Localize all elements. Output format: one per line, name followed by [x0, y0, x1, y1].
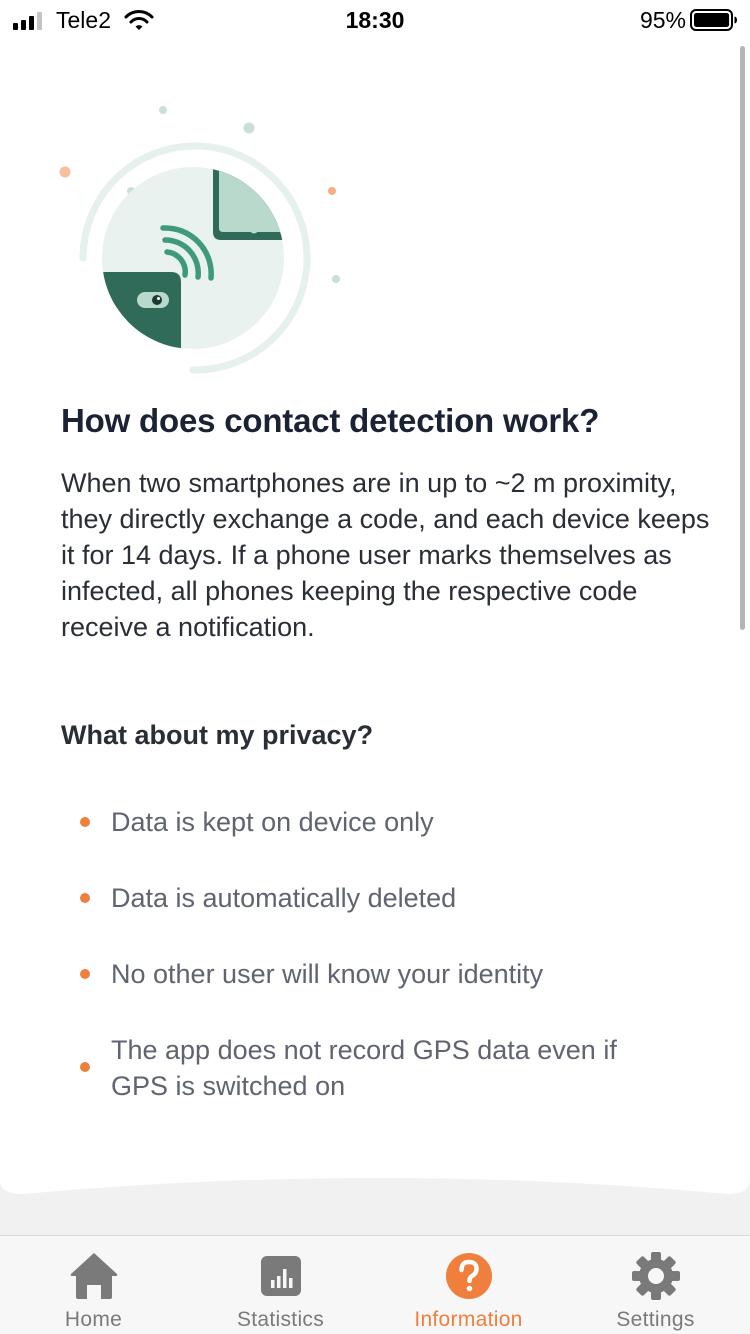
- bullet-dot-icon: [80, 817, 90, 827]
- gear-icon: [632, 1252, 680, 1300]
- tab-home-label: Home: [64, 1308, 123, 1331]
- status-time: 18:30: [345, 7, 405, 33]
- contact-detection-description: When two smartphones are in up to ~2 m p…: [61, 468, 710, 642]
- battery-icon: [690, 9, 737, 31]
- bullet-dot-icon: [80, 1062, 90, 1072]
- privacy-list-item-text: No other user will know your identity: [111, 959, 544, 989]
- bullet-dot-icon: [80, 969, 90, 979]
- content-bottom-wave: [0, 1160, 750, 1236]
- tab-information-label: Information: [414, 1308, 523, 1331]
- home-icon: [70, 1253, 118, 1299]
- scrollbar[interactable]: [740, 46, 745, 630]
- privacy-list-item-text: Data is automatically deleted: [111, 883, 457, 913]
- bar-chart-icon: [261, 1256, 301, 1296]
- tab-statistics[interactable]: Statistics: [187, 1236, 374, 1334]
- question-icon: [446, 1253, 492, 1299]
- tab-bar: Home Statistics Information Settings: [0, 1235, 750, 1334]
- privacy-list-item-text: The app does not record GPS data even if…: [111, 1035, 617, 1101]
- status-bar: Tele2 18:30 95%: [0, 0, 750, 40]
- tab-home[interactable]: Home: [0, 1236, 187, 1334]
- battery-percentage: 95%: [639, 7, 686, 33]
- privacy-list-item-text: Data is kept on device only: [111, 807, 434, 837]
- tab-information[interactable]: Information: [375, 1236, 562, 1334]
- tab-settings-label: Settings: [616, 1308, 695, 1331]
- tab-settings[interactable]: Settings: [562, 1236, 749, 1334]
- bullet-dot-icon: [80, 893, 90, 903]
- page-title: How does contact detection work?: [61, 402, 600, 439]
- privacy-heading: What about my privacy?: [61, 720, 374, 750]
- phones-contact-exchange-illustration: [59, 106, 340, 374]
- tab-statistics-label: Statistics: [236, 1308, 325, 1331]
